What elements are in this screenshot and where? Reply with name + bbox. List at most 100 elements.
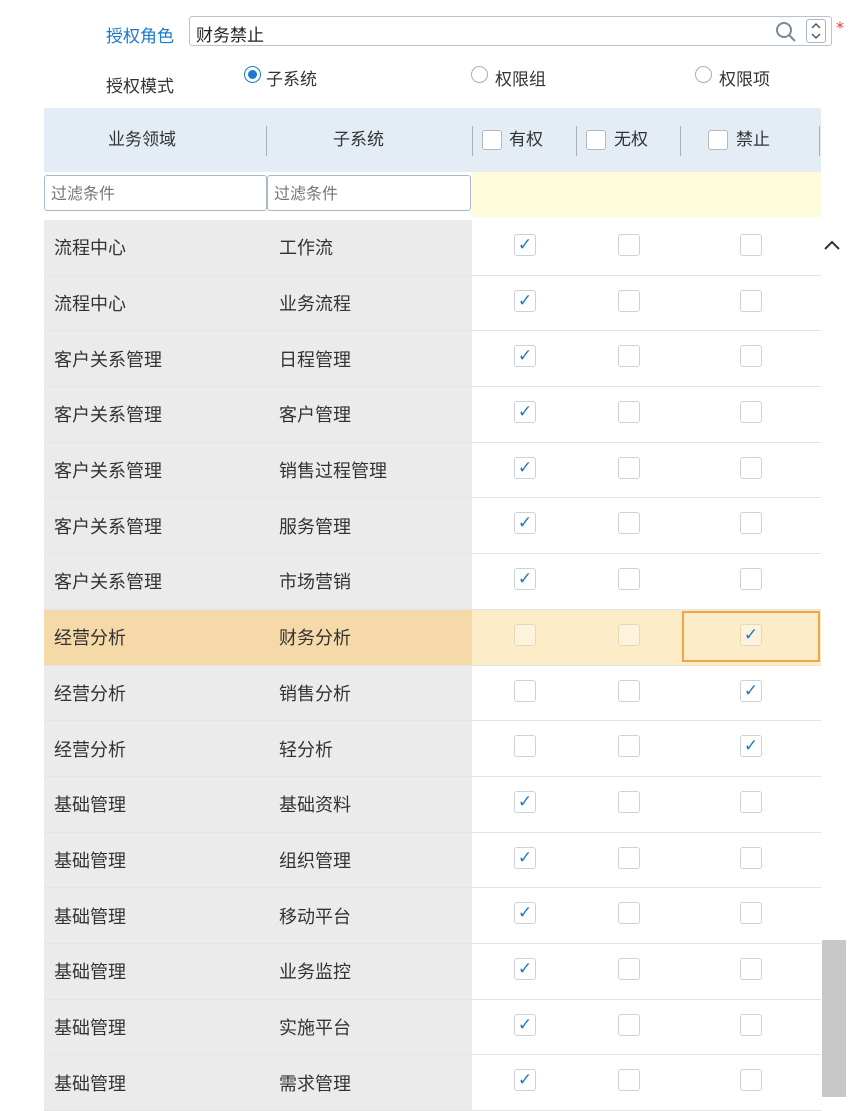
cell-subsystem: 基础资料 <box>258 776 472 832</box>
chevron-up-icon[interactable] <box>822 236 842 256</box>
grid-body: 流程中心 工作流 ✓ 流程中心 业务流程 ✓ 客户关系管理 日程管理 ✓ 客户关系管理 客户管理 ✓ 客… <box>44 220 821 1111</box>
checkbox-none[interactable] <box>618 512 640 535</box>
table-row[interactable]: 客户关系管理 销售过程管理 ✓ <box>44 442 821 499</box>
checkbox-allow[interactable]: ✓ <box>514 1069 536 1092</box>
checkbox-allow[interactable]: ✓ <box>514 957 536 980</box>
checkbox-allow[interactable] <box>514 623 536 646</box>
checkbox-deny[interactable] <box>740 401 762 424</box>
checkbox-none[interactable] <box>618 1069 640 1092</box>
cell-domain: 基础管理 <box>44 888 258 943</box>
checkbox-deny[interactable] <box>740 957 762 980</box>
table-row[interactable]: 基础管理 基础资料 ✓ <box>44 776 821 833</box>
table-row[interactable]: 经营分析 轻分析 ✓ <box>44 721 821 777</box>
cell-subsystem: 市场营销 <box>258 554 472 609</box>
radio-permission-item[interactable] <box>695 66 712 83</box>
col-header-domain[interactable]: 业务领域 <box>108 108 176 172</box>
cell-subsystem: 工作流 <box>258 220 472 275</box>
checkbox-none[interactable] <box>618 735 640 758</box>
checkbox-allow[interactable]: ✓ <box>514 902 536 925</box>
checkbox-allow[interactable]: ✓ <box>514 512 536 535</box>
cell-domain: 基础管理 <box>44 1055 258 1110</box>
checkbox-allow[interactable] <box>514 735 536 758</box>
cell-domain: 客户关系管理 <box>44 554 258 609</box>
checkbox-none[interactable] <box>618 790 640 813</box>
checkbox-deny[interactable] <box>740 234 762 256</box>
checkbox-none[interactable] <box>618 623 640 646</box>
role-label: 授权角色 <box>106 27 174 47</box>
table-row[interactable]: 基础管理 业务监控 ✓ <box>44 943 821 1000</box>
checkbox-deny[interactable] <box>740 568 762 591</box>
table-row[interactable]: 客户关系管理 服务管理 ✓ <box>44 498 821 555</box>
checkbox-deny[interactable] <box>740 289 762 312</box>
checkbox-deny[interactable] <box>740 902 762 925</box>
col-header-deny: 禁止 <box>736 130 770 150</box>
checkbox-allow[interactable]: ✓ <box>514 456 536 479</box>
checkbox-allow[interactable]: ✓ <box>514 401 536 424</box>
table-row[interactable]: 基础管理 需求管理 ✓ <box>44 1055 821 1111</box>
checkbox-deny[interactable]: ✓ <box>740 679 762 702</box>
checkbox-allow[interactable] <box>514 679 536 702</box>
checkbox-deny[interactable]: ✓ <box>740 623 762 646</box>
checkbox-none[interactable] <box>618 568 640 591</box>
cell-subsystem: 日程管理 <box>258 331 472 387</box>
checkbox-deny[interactable] <box>740 1069 762 1092</box>
cell-subsystem: 实施平台 <box>258 999 472 1055</box>
grid-header: 业务领域 子系统 有权 无权 禁止 <box>44 108 821 172</box>
table-row[interactable]: 基础管理 移动平台 ✓ <box>44 888 821 944</box>
checkbox-deny[interactable] <box>740 790 762 813</box>
cell-subsystem: 客户管理 <box>258 387 472 442</box>
cell-domain: 基础管理 <box>44 943 258 999</box>
table-row[interactable]: 客户关系管理 市场营销 ✓ <box>44 554 821 610</box>
table-row[interactable]: 基础管理 实施平台 ✓ <box>44 999 821 1056</box>
checkbox-allow[interactable]: ✓ <box>514 345 536 368</box>
checkbox-deny[interactable] <box>740 1013 762 1036</box>
checkbox-allow[interactable]: ✓ <box>514 1013 536 1036</box>
col-header-subsystem[interactable]: 子系统 <box>333 108 384 172</box>
filter-input-subsystem[interactable] <box>267 175 471 211</box>
header-checkbox-deny[interactable] <box>708 130 728 150</box>
cell-domain: 基础管理 <box>44 832 258 888</box>
checkbox-none[interactable] <box>618 902 640 925</box>
scrollbar-thumb[interactable] <box>822 940 846 1097</box>
checkbox-allow[interactable]: ✓ <box>514 846 536 869</box>
checkbox-allow[interactable]: ✓ <box>514 289 536 312</box>
checkbox-deny[interactable] <box>740 846 762 869</box>
table-row[interactable]: 流程中心 业务流程 ✓ <box>44 275 821 332</box>
cell-domain: 客户关系管理 <box>44 387 258 442</box>
cell-subsystem: 组织管理 <box>258 832 472 888</box>
spinner-button[interactable] <box>806 19 826 43</box>
table-row[interactable]: 基础管理 组织管理 ✓ <box>44 832 821 889</box>
header-checkbox-none[interactable] <box>586 130 606 150</box>
table-row[interactable]: 客户关系管理 日程管理 ✓ <box>44 331 821 388</box>
table-row[interactable]: 经营分析 销售分析 ✓ <box>44 665 821 722</box>
checkbox-deny[interactable] <box>740 512 762 535</box>
cell-domain: 流程中心 <box>44 275 258 331</box>
checkbox-none[interactable] <box>618 679 640 702</box>
checkbox-none[interactable] <box>618 456 640 479</box>
checkbox-none[interactable] <box>618 345 640 368</box>
header-checkbox-allow[interactable] <box>482 130 502 150</box>
table-row[interactable]: 流程中心 工作流 ✓ <box>44 220 821 276</box>
checkbox-deny[interactable] <box>740 456 762 479</box>
cell-subsystem: 业务监控 <box>258 943 472 999</box>
role-field[interactable]: 财务禁止 <box>189 16 832 46</box>
checkbox-allow[interactable]: ✓ <box>514 790 536 813</box>
table-row[interactable]: 经营分析 财务分析 ✓ <box>44 609 821 666</box>
checkbox-none[interactable] <box>618 401 640 424</box>
radio-permission-group[interactable] <box>471 66 488 83</box>
radio-subsystem[interactable] <box>244 66 261 83</box>
table-row[interactable]: 客户关系管理 客户管理 ✓ <box>44 387 821 443</box>
checkbox-deny[interactable]: ✓ <box>740 735 762 758</box>
filter-empty-area <box>472 172 821 217</box>
checkbox-none[interactable] <box>618 234 640 256</box>
filter-input-domain[interactable] <box>44 175 267 211</box>
search-icon[interactable] <box>774 20 798 44</box>
checkbox-none[interactable] <box>618 846 640 869</box>
checkbox-none[interactable] <box>618 957 640 980</box>
checkbox-none[interactable] <box>618 289 640 312</box>
checkbox-allow[interactable]: ✓ <box>514 234 536 256</box>
checkbox-allow[interactable]: ✓ <box>514 568 536 591</box>
checkbox-none[interactable] <box>618 1013 640 1036</box>
cell-subsystem: 轻分析 <box>258 721 472 776</box>
checkbox-deny[interactable] <box>740 345 762 368</box>
